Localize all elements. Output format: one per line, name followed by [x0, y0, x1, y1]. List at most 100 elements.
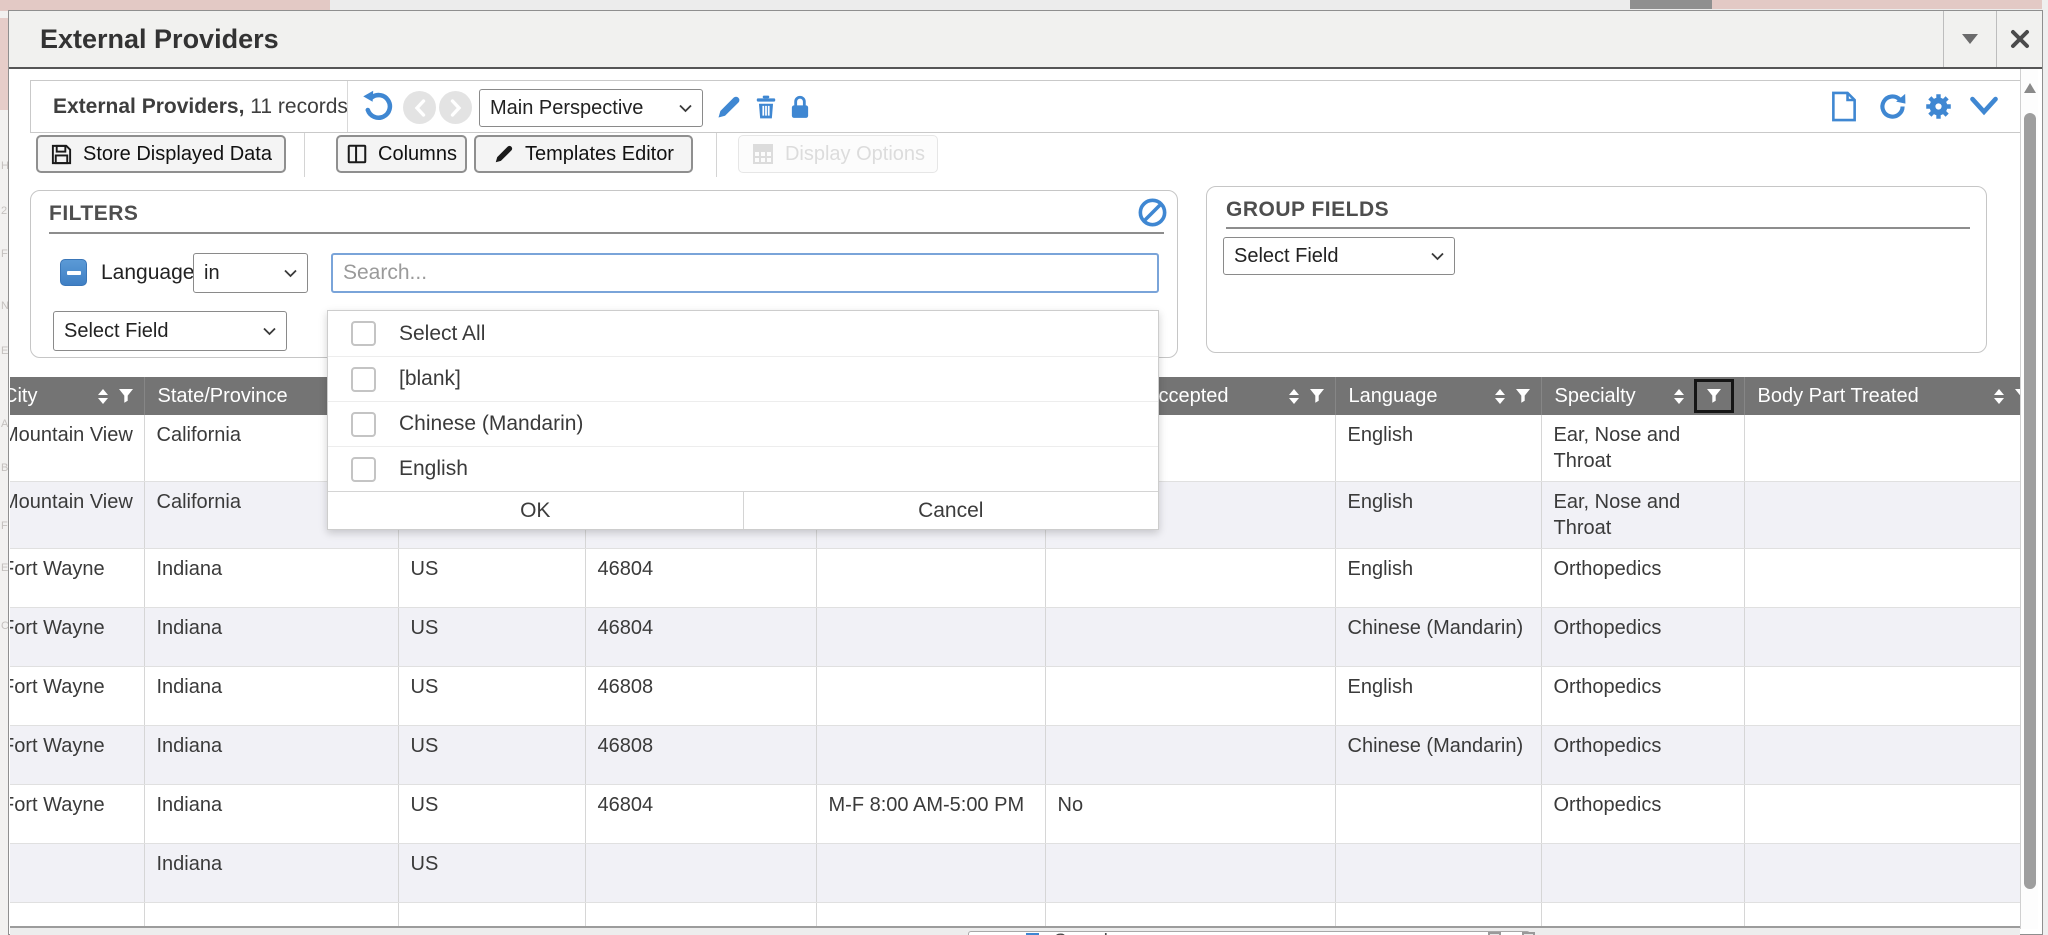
scroll-up-arrow-icon[interactable] [2024, 83, 2036, 93]
table-cell: Indiana [144, 844, 398, 903]
refresh-button[interactable] [1877, 91, 1908, 127]
checkbox[interactable] [351, 457, 376, 482]
close-icon [2008, 27, 2032, 51]
checkbox[interactable] [351, 412, 376, 437]
delete-perspective-button[interactable] [753, 93, 779, 126]
table-cell [816, 549, 1045, 608]
chevron-down-icon [1431, 252, 1444, 261]
records-count-value: 11 records [244, 95, 348, 118]
column-header-label: State/Province [158, 385, 288, 408]
dropdown-option[interactable]: Select All [328, 311, 1158, 356]
footer-search-box[interactable] [968, 931, 1530, 935]
chevron-down-icon [263, 327, 276, 336]
sort-icon [1674, 389, 1684, 404]
dialog-close-button[interactable] [1996, 11, 2042, 67]
table-cell: Mountain View [10, 482, 144, 549]
templates-editor-label: Templates Editor [525, 143, 674, 166]
table-cell: 46808 [585, 667, 816, 726]
table-cell: US [398, 667, 585, 726]
table-cell: English [1335, 667, 1541, 726]
store-displayed-data-label: Store Displayed Data [83, 143, 272, 166]
checkbox[interactable] [351, 367, 376, 392]
table-cell: 46804 [585, 785, 816, 844]
ban-icon [1137, 197, 1168, 228]
columns-icon [346, 143, 368, 165]
lock-perspective-button[interactable] [787, 93, 813, 126]
dropdown-cancel-button[interactable]: Cancel [744, 492, 1159, 529]
templates-editor-button[interactable]: Templates Editor [474, 135, 693, 173]
dropdown-option[interactable]: [blank] [328, 356, 1158, 401]
dropdown-ok-button[interactable]: OK [328, 492, 744, 529]
checkbox[interactable] [351, 321, 376, 346]
collapse-toolbar-button[interactable] [1969, 95, 1999, 122]
table-cell: Orthopedics [1541, 608, 1744, 667]
dialog-menu-button[interactable] [1943, 11, 1996, 67]
sort-icon [1495, 389, 1505, 404]
table-row[interactable]: Fort WayneIndianaUS46808EnglishOrthopedi… [10, 667, 2021, 726]
columns-button[interactable]: Columns [336, 135, 467, 173]
caret-down-icon [1962, 34, 1978, 44]
display-options-button-disabled: Display Options [738, 135, 938, 173]
store-displayed-data-button[interactable]: Store Displayed Data [36, 135, 286, 173]
table-row[interactable]: IndianaUS [10, 844, 2021, 903]
column-header-label: Body Part Treated [1758, 385, 1919, 408]
table-row[interactable]: Fort WayneIndianaUS46808Chinese (Mandari… [10, 726, 2021, 785]
previous-perspective-button[interactable] [403, 91, 436, 124]
scrollbar-thumb[interactable] [2024, 113, 2036, 889]
table-cell [1744, 844, 2021, 903]
sort-icon [98, 389, 108, 404]
table-row[interactable]: Fort WayneIndianaUS46804Chinese (Mandari… [10, 608, 2021, 667]
column-header-label: Specialty [1555, 385, 1636, 408]
vertical-scrollbar[interactable] [2020, 69, 2038, 929]
column-filter-button[interactable] [118, 388, 134, 404]
trash-icon [753, 93, 779, 121]
next-perspective-button[interactable] [439, 91, 472, 124]
file-icon [1831, 91, 1857, 122]
table-cell: English [1335, 549, 1541, 608]
buttons-divider [716, 133, 717, 177]
column-header-label: Language [1349, 385, 1438, 408]
remove-filter-button[interactable] [60, 259, 87, 286]
table-cell [1744, 482, 2021, 549]
table-cell: Indiana [144, 785, 398, 844]
settings-button[interactable] [1923, 91, 1954, 127]
column-header[interactable]: Language [1335, 377, 1541, 415]
table-row[interactable]: Fort WayneIndianaUS46804M-F 8:00 AM-5:00… [10, 785, 2021, 844]
group-fields-heading: GROUP FIELDS [1226, 198, 1389, 222]
add-filter-field-select[interactable]: Select Field [53, 311, 287, 351]
column-filter-button[interactable] [1515, 388, 1531, 404]
table-cell: Orthopedics [1541, 785, 1744, 844]
filter-search-input[interactable] [331, 253, 1159, 293]
table-cell [816, 844, 1045, 903]
table-cell [1335, 844, 1541, 903]
dropdown-option-label: English [399, 457, 468, 481]
footer-search-label: Search [1054, 931, 1114, 935]
column-header-label: City [10, 385, 37, 408]
column-filter-button[interactable] [1309, 388, 1325, 404]
group-field-value: Select Field [1234, 245, 1339, 268]
perspective-select[interactable]: Main Perspective [479, 89, 703, 127]
save-icon [50, 143, 73, 166]
table-row[interactable]: Fort WayneIndianaUS46804EnglishOrthopedi… [10, 549, 2021, 608]
dropdown-option-label: Select All [399, 322, 485, 346]
group-fields-underline [1226, 227, 1970, 229]
undo-button[interactable] [361, 89, 395, 128]
table-cell: Chinese (Mandarin) [1335, 608, 1541, 667]
edit-perspective-button[interactable] [715, 93, 743, 126]
column-header[interactable]: Specialty [1541, 377, 1744, 415]
column-header[interactable]: Body Part Treated [1744, 377, 2021, 415]
table-cell [1045, 608, 1335, 667]
column-header[interactable]: City [10, 377, 144, 415]
table-cell: 46804 [585, 608, 816, 667]
new-record-button[interactable] [1831, 91, 1857, 127]
table-cell: Fort Wayne [10, 785, 144, 844]
column-filter-button-focused[interactable] [1694, 379, 1734, 413]
group-field-select[interactable]: Select Field [1223, 237, 1455, 275]
external-providers-dialog: External Providers External Providers, 1… [8, 10, 2043, 935]
clear-filters-button[interactable] [1137, 197, 1168, 233]
records-count-label: External Providers, 11 records [53, 95, 348, 119]
dropdown-option[interactable]: English [328, 446, 1158, 491]
dropdown-option[interactable]: Chinese (Mandarin) [328, 401, 1158, 446]
filter-operator-select[interactable]: in [193, 253, 308, 293]
chevron-down-icon [1969, 95, 1999, 117]
